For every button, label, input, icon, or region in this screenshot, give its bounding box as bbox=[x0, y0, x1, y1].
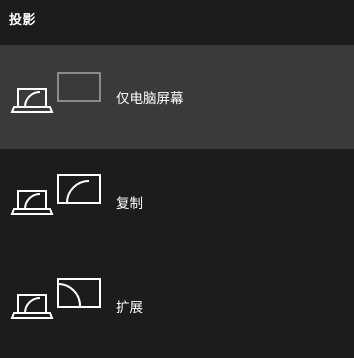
option-duplicate[interactable]: 复制 bbox=[0, 150, 354, 254]
panel-title: 投影 bbox=[9, 13, 37, 28]
option-label: 仅电脑屏幕 bbox=[116, 91, 184, 107]
pc-screen-only-icon bbox=[10, 72, 101, 113]
option-label: 扩展 bbox=[116, 300, 143, 316]
option-pc-screen-only[interactable]: 仅电脑屏幕 bbox=[0, 45, 354, 149]
duplicate-icon bbox=[10, 174, 101, 215]
extend-icon bbox=[10, 278, 101, 319]
project-panel: 投影 仅电脑屏幕 复制 扩展 bbox=[0, 0, 354, 358]
option-extend[interactable]: 扩展 bbox=[0, 254, 354, 358]
option-label: 复制 bbox=[116, 196, 143, 212]
